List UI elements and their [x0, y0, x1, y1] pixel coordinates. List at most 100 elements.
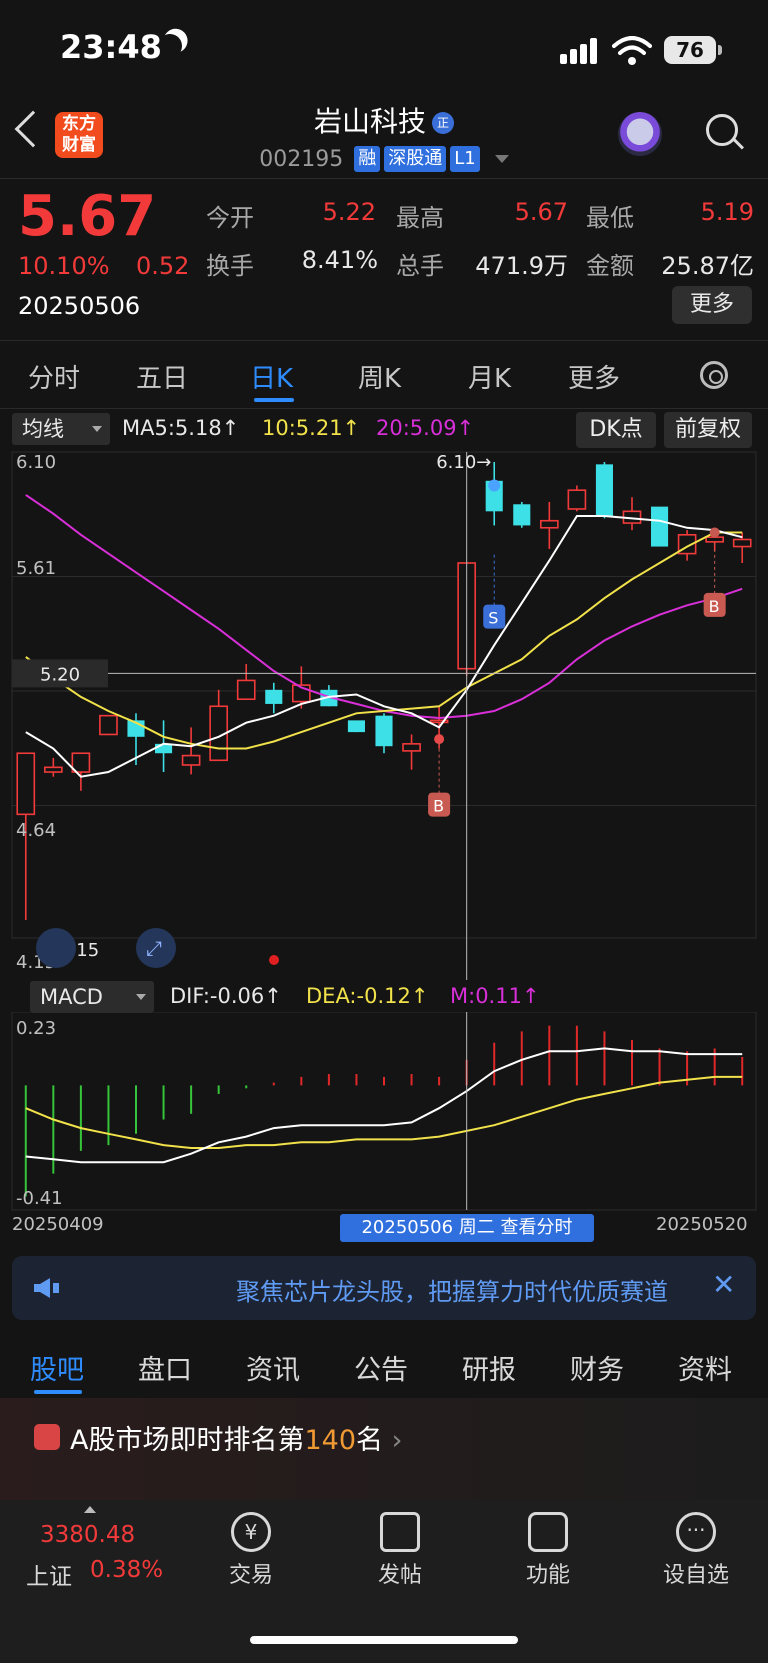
price-axis-mid: 5.61 [16, 558, 56, 579]
home-indicator[interactable] [250, 1636, 518, 1644]
stock-name: 岩山科技 [313, 105, 426, 138]
change-amount: 0.52 [136, 252, 190, 280]
buy-point-dot-2 [709, 527, 720, 538]
more-button[interactable]: 更多 [672, 286, 752, 324]
candle-body [732, 538, 752, 548]
field-value-turnover: 8.41% [301, 246, 378, 274]
active-tab-underline [34, 1390, 82, 1394]
candle-body [567, 489, 587, 510]
more-dots-icon[interactable]: ··· [676, 1512, 716, 1552]
tab-weekly-k[interactable]: 周K [358, 358, 401, 395]
candle-body [347, 720, 365, 733]
nav-post[interactable]: 发帖 [350, 1557, 450, 1589]
chevron-down-icon[interactable] [494, 155, 509, 163]
candle-body [402, 743, 421, 752]
caret-icon [92, 426, 102, 432]
nav-functions[interactable]: 功能 [498, 1557, 598, 1589]
tag-level: L1 [450, 146, 480, 172]
candlestick-chart[interactable]: 5.206.105.614.644.156.10→←4.15SBB⤢ [0, 450, 768, 980]
tag-connect: 深股通 [384, 146, 447, 172]
macd-dif-value: DIF:-0.06↑ [170, 984, 282, 1008]
field-label-turnover: 换手 [206, 252, 254, 280]
candle-body [513, 504, 531, 526]
macd-dea-line [25, 1075, 743, 1149]
macd-axis-top: 0.23 [16, 1018, 56, 1039]
tab-announcements[interactable]: 公告 [354, 1348, 408, 1387]
ma5-value: MA5:5.18↑ [122, 416, 240, 440]
close-icon[interactable]: ✕ [712, 1268, 735, 1301]
tab-news[interactable]: 资讯 [246, 1348, 300, 1387]
dk-point-button[interactable]: DK点 [576, 412, 656, 448]
rank-prefix: A股市场即时排名第 [70, 1425, 305, 1456]
active-tab-underline [254, 398, 294, 402]
macd-dea-value: DEA:-0.12↑ [306, 984, 429, 1008]
field-label-low: 最低 [586, 204, 634, 232]
tab-monthly-k[interactable]: 月K [468, 358, 511, 395]
index-name[interactable]: 上证 [26, 1557, 72, 1591]
tabs-divider [0, 408, 768, 409]
tab-daily-k[interactable]: 日K [250, 358, 293, 395]
grid-icon[interactable] [528, 1512, 568, 1552]
field-label-volume: 总手 [396, 252, 444, 280]
tab-intraday[interactable]: 分时 [28, 358, 80, 395]
change-percent: 10.10% [18, 252, 110, 280]
name-badge-icon: 正 [432, 112, 454, 134]
tab-more-periods[interactable]: 更多 [568, 358, 620, 395]
wifi-icon [612, 36, 652, 65]
field-label-high: 最高 [396, 204, 444, 232]
tag-margin: 融 [354, 146, 381, 172]
sell-signal-label: S [488, 609, 498, 628]
field-label-open: 今开 [206, 204, 254, 232]
macd-chart[interactable]: 0.23 -0.41 [0, 1012, 768, 1212]
field-value-low: 5.19 [700, 198, 754, 226]
tab-profile[interactable]: 资料 [678, 1348, 732, 1387]
ma20-value: 20:5.09↑ [376, 416, 475, 440]
tab-pankou[interactable]: 盘口 [138, 1348, 192, 1387]
market-rank[interactable]: A股市场即时排名第140名 › [70, 1418, 402, 1457]
quote-divider [0, 340, 768, 341]
candle-body [16, 752, 36, 816]
ma20-line [25, 494, 743, 720]
price-axis-top: 6.10 [16, 452, 56, 473]
chevron-up-icon[interactable] [84, 1506, 96, 1513]
index-percent[interactable]: 0.38% [90, 1557, 163, 1583]
nav-trade[interactable]: 交易 [201, 1557, 301, 1589]
signal-icon [560, 38, 600, 64]
field-value-open: 5.22 [322, 198, 376, 226]
ma10-value: 10:5.21↑ [262, 416, 361, 440]
robot-assistant-icon[interactable] [618, 112, 662, 156]
macd-select-label: MACD [40, 985, 103, 1009]
max-price-marker: 6.10→ [436, 452, 491, 473]
tab-financials[interactable]: 财务 [570, 1348, 624, 1387]
trade-icon[interactable]: ¥ [231, 1512, 271, 1552]
candle-body [236, 679, 256, 701]
candle-body [43, 766, 63, 773]
tab-research[interactable]: 研报 [462, 1348, 516, 1387]
buy-signal-1-label: B [433, 797, 444, 816]
indicator-select-macd[interactable]: MACD [30, 981, 154, 1013]
cursor-price-label: 5.20 [40, 664, 80, 685]
nav-watchlist[interactable]: 设自选 [646, 1557, 746, 1589]
quote-date: 20250506 [18, 292, 141, 320]
speaker-icon [34, 1278, 59, 1298]
gear-icon[interactable] [700, 361, 728, 389]
field-label-amount: 金额 [586, 252, 634, 280]
field-value-high: 5.67 [514, 198, 568, 226]
sell-point-dot [488, 479, 501, 492]
macd-m-value: M:0.11↑ [450, 984, 540, 1008]
rank-suffix: 名 [356, 1425, 384, 1456]
ad-banner-text[interactable]: 聚焦芯片龙头股，把握算力时代优质赛道 [236, 1272, 702, 1307]
candle-body [99, 714, 118, 736]
battery-tip [718, 45, 722, 55]
index-value[interactable]: 3380.48 [40, 1522, 135, 1548]
status-time: 23:48 [60, 28, 162, 66]
adjust-button[interactable]: 前复权 [664, 412, 752, 448]
candle-body [595, 464, 613, 517]
cursor-date-badge[interactable]: 20250506 周二 查看分时 [340, 1214, 594, 1242]
price-axis-low: 4.64 [16, 820, 56, 841]
candle-body [705, 536, 725, 543]
tab-five-day[interactable]: 五日 [136, 358, 188, 395]
post-edit-icon[interactable] [380, 1512, 420, 1552]
tab-guba[interactable]: 股吧 [30, 1348, 84, 1387]
indicator-select-ma[interactable]: 均线 [12, 413, 110, 445]
